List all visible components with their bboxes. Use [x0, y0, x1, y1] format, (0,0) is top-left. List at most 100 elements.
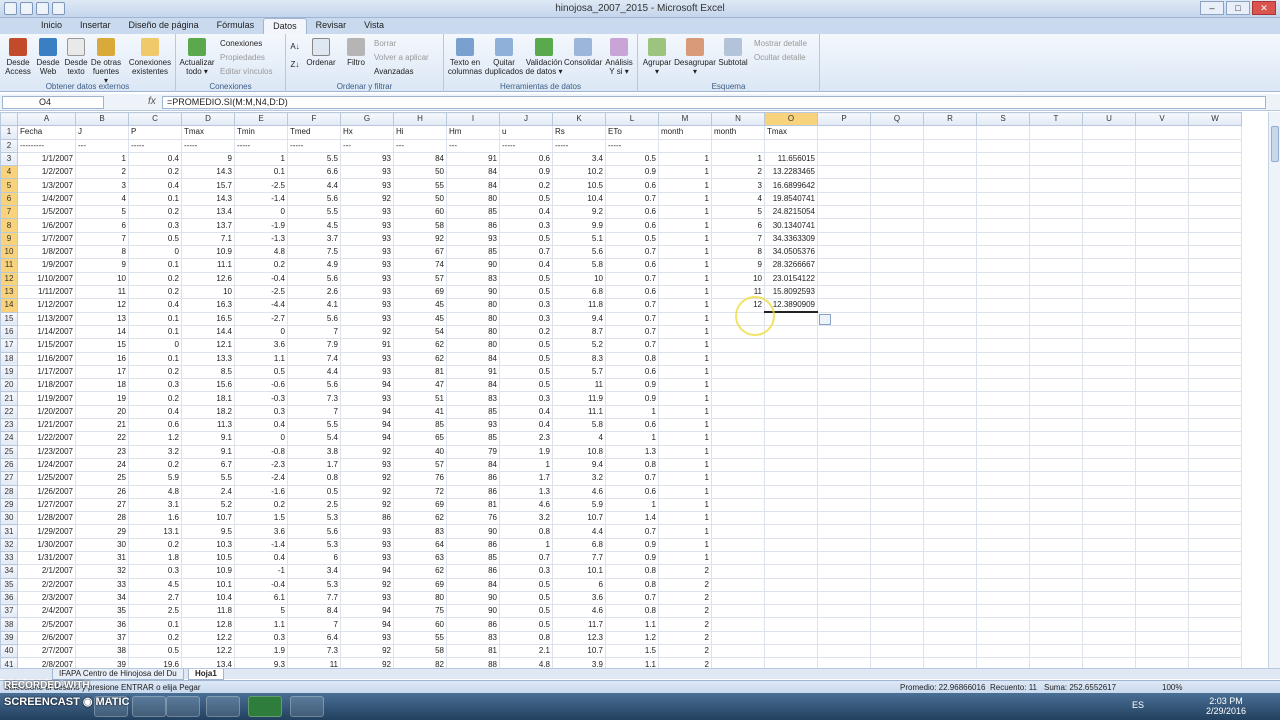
cell-K11[interactable]: 5.8 [552, 258, 606, 273]
cell-O28[interactable] [764, 484, 818, 499]
cell-P5[interactable] [817, 178, 871, 193]
cell-J30[interactable]: 3.2 [499, 511, 553, 526]
cell-O8[interactable]: 30.1340741 [764, 218, 818, 233]
cell-R27[interactable] [923, 471, 977, 486]
row-header[interactable]: 39 [0, 630, 18, 646]
cell-U11[interactable] [1082, 258, 1136, 273]
cell-D9[interactable]: 7.1 [181, 231, 235, 246]
row-header[interactable]: 34 [0, 564, 18, 579]
cell-T7[interactable] [1029, 205, 1083, 220]
cell-F39[interactable]: 6.4 [287, 630, 341, 646]
cell-L23[interactable]: 0.6 [605, 418, 659, 433]
cell-I31[interactable]: 90 [446, 524, 500, 539]
cell-P12[interactable] [817, 271, 871, 286]
cell-M32[interactable]: 1 [658, 537, 712, 553]
cell-S18[interactable] [976, 351, 1030, 366]
cell-G2[interactable]: --- [340, 138, 394, 153]
cell-L5[interactable]: 0.6 [605, 178, 659, 193]
cell-W19[interactable] [1188, 364, 1242, 380]
cell-Q1[interactable] [870, 125, 924, 140]
cell-D4[interactable]: 14.3 [181, 165, 235, 180]
cell-P24[interactable] [817, 431, 871, 446]
cell-H41[interactable]: 82 [393, 657, 447, 668]
cell-L31[interactable]: 0.7 [605, 524, 659, 539]
cell-G23[interactable]: 94 [340, 418, 394, 433]
cell-G41[interactable]: 92 [340, 657, 394, 668]
cell-K33[interactable]: 7.7 [552, 550, 606, 566]
cell-B16[interactable]: 14 [75, 324, 129, 340]
cell-F41[interactable]: 11 [287, 657, 341, 668]
cell-S28[interactable] [976, 484, 1030, 499]
cell-M3[interactable]: 1 [658, 151, 712, 167]
cell-O1[interactable]: Tmax [764, 125, 818, 140]
cell-C23[interactable]: 0.6 [128, 418, 182, 433]
cell-V26[interactable] [1135, 457, 1189, 473]
cell-R30[interactable] [923, 511, 977, 526]
editar-vinculos-button[interactable]: Editar vínculos [220, 67, 272, 76]
cell-S10[interactable] [976, 244, 1030, 260]
cell-R39[interactable] [923, 630, 977, 646]
cell-P6[interactable] [817, 191, 871, 207]
cell-H6[interactable]: 50 [393, 191, 447, 207]
fx-icon[interactable]: fx [148, 96, 156, 107]
cell-J28[interactable]: 1.3 [499, 484, 553, 499]
cell-I39[interactable]: 83 [446, 630, 500, 646]
cell-U23[interactable] [1082, 418, 1136, 433]
cell-K37[interactable]: 4.6 [552, 604, 606, 619]
cell-C26[interactable]: 0.2 [128, 457, 182, 473]
cell-E36[interactable]: 6.1 [234, 590, 288, 606]
cell-U7[interactable] [1082, 205, 1136, 220]
cell-W4[interactable] [1188, 165, 1242, 180]
cell-G28[interactable]: 92 [340, 484, 394, 499]
cell-L39[interactable]: 1.2 [605, 630, 659, 646]
cell-J32[interactable]: 1 [499, 537, 553, 553]
cell-J16[interactable]: 0.2 [499, 324, 553, 340]
cell-C22[interactable]: 0.4 [128, 404, 182, 420]
cell-I11[interactable]: 90 [446, 258, 500, 273]
cell-Q37[interactable] [870, 604, 924, 619]
cell-H23[interactable]: 85 [393, 418, 447, 433]
cell-J1[interactable]: u [499, 125, 553, 140]
cell-J29[interactable]: 4.6 [499, 497, 553, 513]
cell-A22[interactable]: 1/20/2007 [17, 404, 76, 420]
cell-C8[interactable]: 0.3 [128, 218, 182, 233]
cell-K31[interactable]: 4.4 [552, 524, 606, 539]
cell-P19[interactable] [817, 364, 871, 380]
cell-D16[interactable]: 14.4 [181, 324, 235, 340]
cell-V6[interactable] [1135, 191, 1189, 207]
cell-L10[interactable]: 0.7 [605, 244, 659, 260]
cell-G17[interactable]: 91 [340, 338, 394, 353]
cell-M7[interactable]: 1 [658, 205, 712, 220]
cell-C29[interactable]: 3.1 [128, 497, 182, 513]
cell-L35[interactable]: 0.8 [605, 577, 659, 592]
cell-Q24[interactable] [870, 431, 924, 446]
cell-N12[interactable]: 10 [711, 271, 765, 286]
cell-K24[interactable]: 4 [552, 431, 606, 446]
cell-G29[interactable]: 92 [340, 497, 394, 513]
cell-H5[interactable]: 55 [393, 178, 447, 193]
cell-Q19[interactable] [870, 364, 924, 380]
cell-Q13[interactable] [870, 284, 924, 300]
cell-M12[interactable]: 1 [658, 271, 712, 286]
cell-U20[interactable] [1082, 378, 1136, 393]
cell-L36[interactable]: 0.7 [605, 590, 659, 606]
cell-C3[interactable]: 0.4 [128, 151, 182, 167]
cell-O9[interactable]: 34.3363309 [764, 231, 818, 246]
cell-I29[interactable]: 81 [446, 497, 500, 513]
cell-R7[interactable] [923, 205, 977, 220]
cell-O19[interactable] [764, 364, 818, 380]
cell-K13[interactable]: 6.8 [552, 284, 606, 300]
conexiones-button[interactable]: Conexiones [220, 39, 262, 48]
propiedades-button[interactable]: Propiedades [220, 53, 265, 62]
column-header-C[interactable]: C [128, 112, 182, 127]
cell-N19[interactable] [711, 364, 765, 380]
cell-L40[interactable]: 1.5 [605, 644, 659, 659]
row-header[interactable]: 9 [0, 231, 18, 246]
cell-R1[interactable] [923, 125, 977, 140]
row-header[interactable]: 3 [0, 151, 18, 167]
cell-J8[interactable]: 0.3 [499, 218, 553, 233]
maximize-button[interactable]: □ [1226, 1, 1250, 15]
spreadsheet-grid[interactable]: ABCDEFGHIJKLMNOPQRSTUVW 1 Fecha J P Tmax Tmin… [0, 112, 1268, 668]
cell-W31[interactable] [1188, 524, 1242, 539]
cell-U27[interactable] [1082, 471, 1136, 486]
